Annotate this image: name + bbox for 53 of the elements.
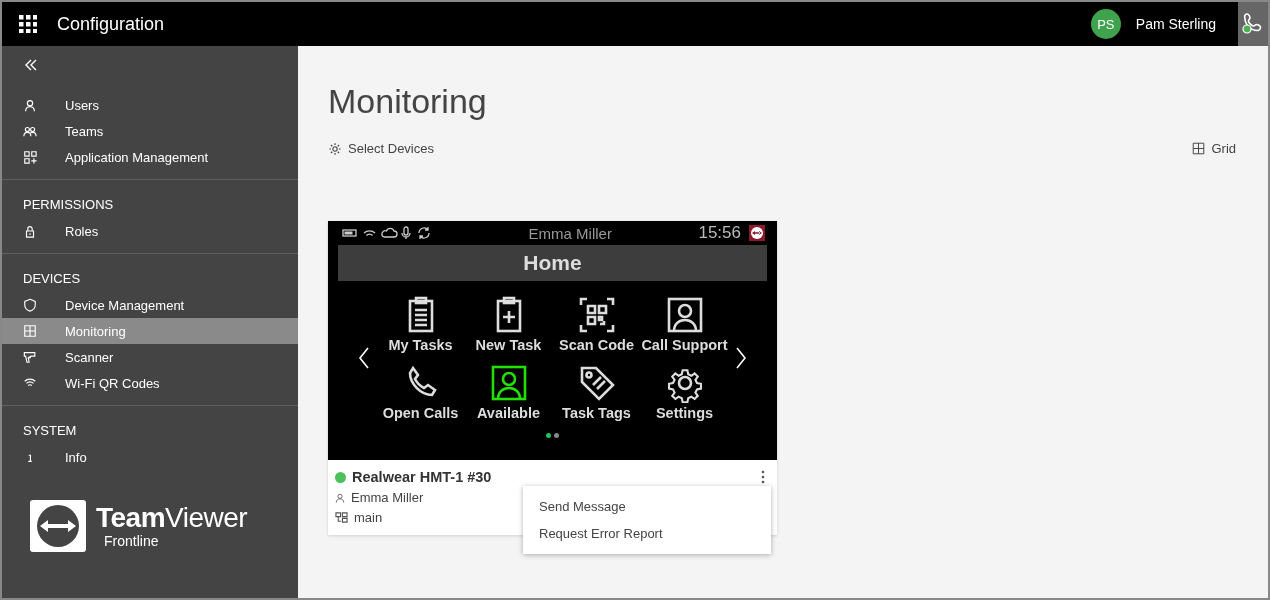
call-status-button[interactable] bbox=[1238, 2, 1268, 46]
app-title: Configuration bbox=[57, 13, 165, 35]
collapse-icon[interactable] bbox=[24, 59, 38, 71]
user-name[interactable]: Pam Sterling bbox=[1135, 16, 1216, 32]
section-header: PERMISSIONS bbox=[22, 196, 115, 214]
group-icon bbox=[335, 511, 348, 524]
app-tile[interactable]: Available bbox=[464, 363, 553, 421]
nav-item[interactable]: Device Management bbox=[2, 292, 298, 318]
user-icon bbox=[335, 492, 345, 503]
page-dot[interactable] bbox=[546, 433, 551, 438]
app-tile[interactable]: Scan Code bbox=[552, 295, 641, 353]
brand-name: TeamViewer bbox=[96, 503, 248, 533]
device-group: main bbox=[354, 510, 383, 525]
app-tile[interactable]: Task Tags bbox=[552, 363, 641, 421]
nav-item[interactable]: Teams bbox=[2, 118, 298, 144]
app-tile[interactable]: My Tasks bbox=[376, 295, 465, 353]
grid-icon bbox=[1192, 142, 1206, 155]
app-tile[interactable]: Open Calls bbox=[376, 363, 465, 421]
nav-item[interactable]: Application Management bbox=[2, 144, 298, 170]
logo-icon bbox=[30, 500, 86, 552]
scanner-icon bbox=[23, 350, 37, 364]
app-logo-icon bbox=[749, 225, 765, 241]
device-user: Emma Miller bbox=[351, 490, 424, 505]
screen-header: Home bbox=[338, 245, 767, 281]
nav-item[interactable]: Users bbox=[2, 92, 298, 118]
grid-icon bbox=[23, 324, 37, 338]
app-tile[interactable]: New Task bbox=[464, 295, 553, 353]
device-name: Realwear HMT-1 #30 bbox=[352, 469, 493, 485]
shield-icon bbox=[23, 298, 37, 312]
person-icon bbox=[23, 98, 37, 112]
page-title: Monitoring bbox=[328, 82, 488, 121]
people-icon bbox=[23, 124, 37, 138]
screen-user-name: Emma Miller bbox=[527, 224, 613, 242]
menu-item[interactable]: Request Error Report bbox=[523, 520, 771, 547]
nav-item[interactable]: Wi-Fi QR Codes bbox=[2, 370, 298, 396]
settings-icon bbox=[328, 141, 342, 156]
screen-clock: 15:56 bbox=[698, 223, 741, 243]
lock-icon bbox=[23, 224, 37, 238]
apps-grid-icon[interactable] bbox=[19, 15, 37, 33]
menu-item[interactable]: Send Message bbox=[523, 493, 771, 520]
brand-subtitle: Frontline bbox=[104, 533, 160, 549]
section-header: SYSTEM bbox=[22, 422, 78, 440]
apps-plus-icon bbox=[23, 150, 37, 164]
nav-item[interactable]: Info bbox=[2, 444, 298, 470]
page-dot[interactable] bbox=[554, 433, 559, 438]
grid-view-button[interactable]: Grid bbox=[1192, 141, 1236, 156]
nav-item[interactable]: Scanner bbox=[2, 344, 298, 370]
app-tile[interactable]: Call Support bbox=[640, 295, 729, 353]
more-options-icon[interactable] bbox=[761, 470, 765, 484]
section-header: DEVICES bbox=[22, 270, 82, 288]
nav-item[interactable]: Roles bbox=[2, 218, 298, 244]
app-tile[interactable]: Settings bbox=[640, 363, 729, 421]
select-devices-button[interactable]: Select Devices bbox=[328, 141, 434, 156]
